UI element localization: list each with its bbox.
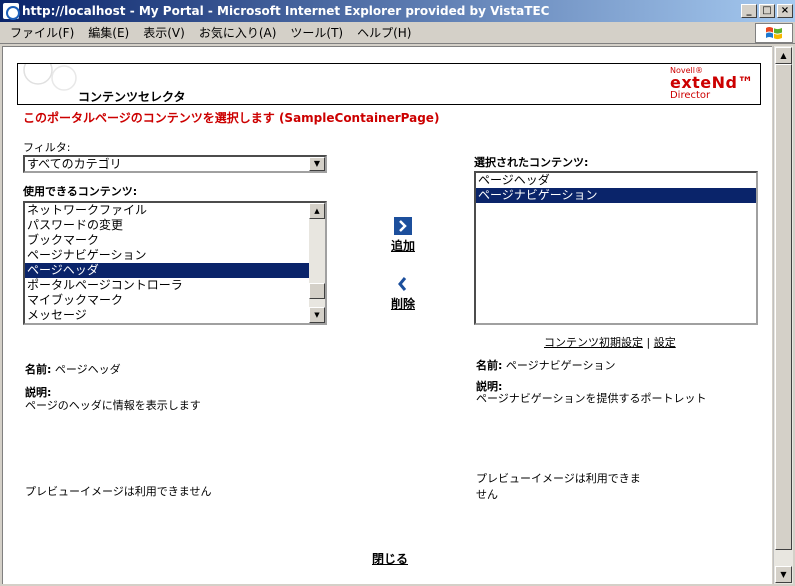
menu-bar: ファイル(F) 編集(E) 表示(V) お気に入り(A) ツール(T) ヘルプ(… [0, 22, 795, 44]
scroll-down-icon[interactable]: ▼ [309, 307, 325, 323]
menu-favorites[interactable]: お気に入り(A) [192, 24, 284, 41]
available-list-scrollbar[interactable]: ▲ ▼ [309, 203, 325, 323]
close-button[interactable]: × [777, 4, 793, 18]
scroll-up-icon[interactable]: ▲ [309, 203, 325, 219]
list-item[interactable]: ネットワークファイル [25, 203, 325, 218]
right-desc-value: ページナビゲーションを提供するポートレット [476, 392, 707, 405]
window-controls: _ □ × [739, 4, 793, 18]
header-title: コンテンツセレクタ [78, 90, 186, 104]
menu-tools[interactable]: ツール(T) [283, 24, 350, 41]
left-preview-text: プレビューイメージは利用できません [25, 485, 212, 498]
chevron-down-icon[interactable]: ▼ [309, 157, 325, 171]
settings-link[interactable]: 設定 [654, 336, 676, 349]
left-name-label: 名前: [25, 363, 52, 376]
available-list[interactable]: ネットワークファイル パスワードの変更 ブックマーク ページナビゲーション ペー… [23, 201, 327, 325]
left-desc-value: ページのヘッダに情報を表示します [25, 399, 201, 412]
list-item[interactable]: ブックマーク [25, 233, 325, 248]
init-settings-link[interactable]: コンテンツ初期設定 [544, 336, 643, 349]
link-separator: | [646, 336, 651, 349]
right-preview-line2: せん [476, 488, 498, 501]
portlet-header: コンテンツセレクタ Novell® exteNd™ Director [17, 63, 761, 105]
list-item[interactable]: ポータルページコントローラ [25, 278, 325, 293]
page-scrollbar[interactable]: ▲ ▼ [773, 46, 793, 584]
list-item-selected[interactable]: ページナビゲーション [476, 188, 756, 203]
maximize-button[interactable]: □ [759, 4, 775, 18]
close-link[interactable]: 閉じる [372, 550, 408, 567]
scroll-up-icon[interactable]: ▲ [775, 47, 792, 64]
list-item[interactable]: マイブックマーク [25, 293, 325, 308]
novell-logo: Novell® exteNd™ Director [670, 67, 754, 101]
filter-label: フィルタ: [23, 141, 71, 154]
scroll-down-icon[interactable]: ▼ [775, 566, 792, 583]
scroll-thumb[interactable] [775, 64, 792, 550]
menu-help[interactable]: ヘルプ(H) [350, 24, 418, 41]
selected-content-label: 選択されたコンテンツ: [474, 156, 589, 169]
window-title: http://localhost - My Portal - Microsoft… [22, 4, 550, 18]
minimize-button[interactable]: _ [741, 4, 757, 18]
remove-button[interactable]: 削除 [383, 275, 423, 312]
window-titlebar[interactable]: http://localhost - My Portal - Microsoft… [0, 0, 795, 22]
selected-content-list[interactable]: ページヘッダ ページナビゲーション [474, 171, 758, 325]
windows-logo-icon [755, 23, 793, 43]
list-item-selected[interactable]: ページヘッダ [25, 263, 309, 278]
list-item[interactable]: ページナビゲーション [25, 248, 325, 263]
page-content: コンテンツセレクタ Novell® exteNd™ Director このポータ… [2, 46, 772, 584]
left-name-value: ページヘッダ [54, 363, 121, 376]
menu-edit[interactable]: 編集(E) [81, 24, 136, 41]
left-name-row: 名前: ページヘッダ [25, 361, 121, 377]
arrow-left-icon [398, 277, 407, 291]
list-item[interactable]: パスワードの変更 [25, 218, 325, 233]
right-preview-text: プレビューイメージは利用できま せん [476, 470, 641, 502]
arrow-right-icon [394, 217, 412, 235]
ie-icon [3, 3, 20, 20]
content-links: コンテンツ初期設定 | 設定 [544, 334, 676, 350]
remove-label: 削除 [390, 297, 415, 311]
menu-view[interactable]: 表示(V) [136, 24, 192, 41]
add-label: 追加 [390, 239, 415, 253]
brand-main: exteNd™ [669, 73, 754, 92]
list-item[interactable]: ページヘッダ [476, 173, 756, 188]
filter-selected-value: すべてのカテゴリ [27, 157, 122, 171]
menu-file[interactable]: ファイル(F) [0, 24, 81, 41]
available-label: 使用できるコンテンツ: [23, 185, 138, 198]
right-name-row: 名前: ページナビゲーション [476, 357, 615, 373]
right-name-value: ページナビゲーション [505, 359, 616, 372]
list-item[interactable]: メッセージ [25, 308, 325, 323]
right-preview-line1: プレビューイメージは利用できま [476, 472, 641, 485]
add-button[interactable]: 追加 [383, 217, 423, 254]
filter-select[interactable]: すべてのカテゴリ ▼ [23, 155, 327, 173]
right-name-label: 名前: [476, 359, 503, 372]
page-heading: このポータルページのコンテンツを選択します (SampleContainerPa… [23, 111, 440, 125]
brand-sub: Director [669, 90, 711, 101]
scroll-thumb[interactable] [309, 283, 325, 299]
